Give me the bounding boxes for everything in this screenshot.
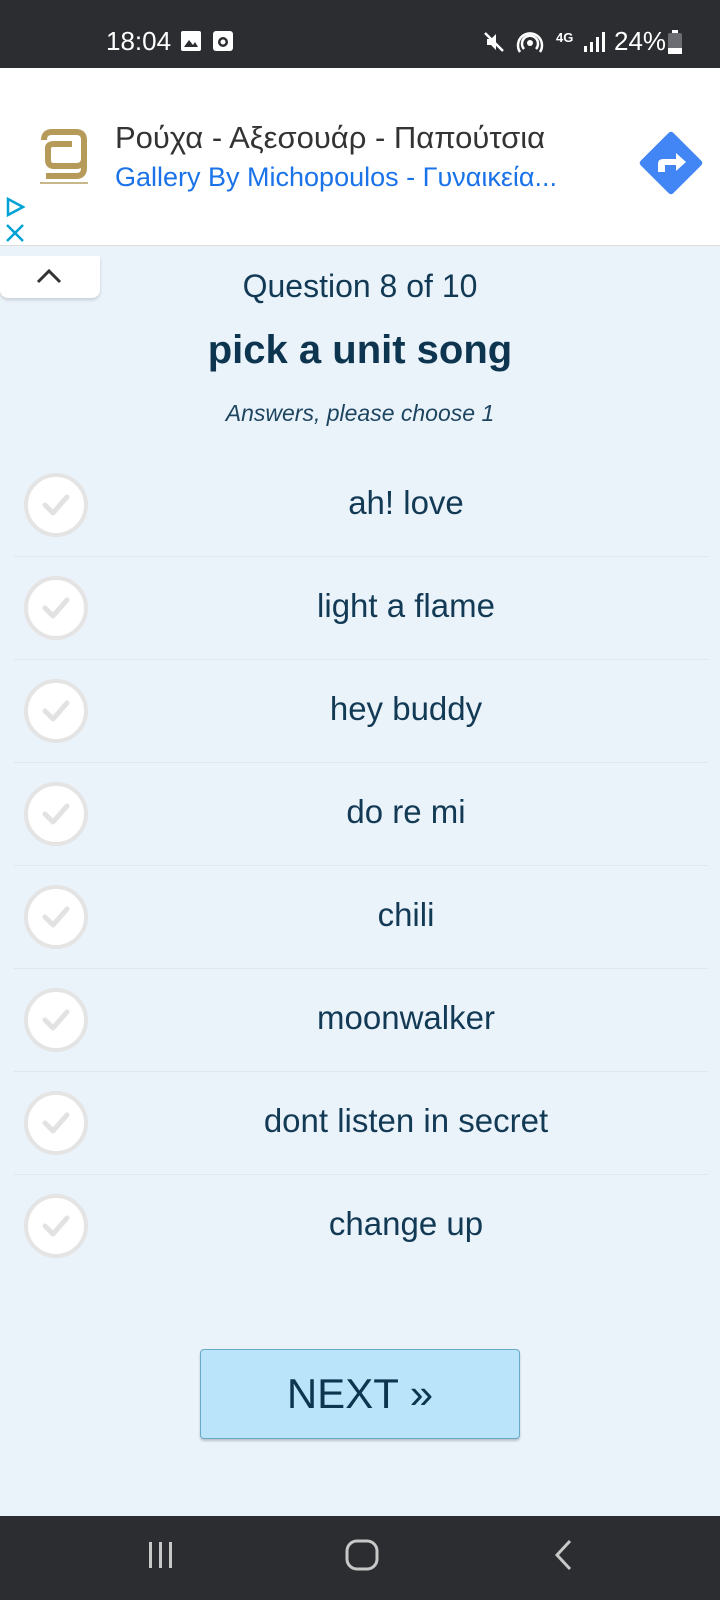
signal-icon xyxy=(582,30,608,59)
answer-label[interactable]: moonwalker xyxy=(104,999,708,1037)
answer-option[interactable]: light a flame xyxy=(14,557,708,660)
answer-label[interactable]: chili xyxy=(104,896,708,934)
gallery-notification-icon xyxy=(180,30,202,57)
checkmark-icon xyxy=(42,597,70,619)
checkmark-icon xyxy=(42,1215,70,1237)
camera-notification-icon xyxy=(212,30,234,57)
ad-directions-icon[interactable] xyxy=(634,126,708,200)
checkmark-icon xyxy=(42,1112,70,1134)
answer-label[interactable]: dont listen in secret xyxy=(104,1102,708,1140)
question-title: pick a unit song xyxy=(207,328,513,372)
ad-choices-icon[interactable] xyxy=(4,196,26,218)
recent-apps-icon[interactable] xyxy=(146,1538,176,1577)
checkmark-icon xyxy=(42,906,70,928)
answer-option[interactable]: hey buddy xyxy=(14,660,708,763)
answer-radio[interactable] xyxy=(24,576,88,640)
answer-option[interactable]: do re mi xyxy=(14,763,708,866)
checkmark-icon xyxy=(42,700,70,722)
answer-label[interactable]: ah! love xyxy=(104,484,708,522)
answer-option[interactable]: ah! love xyxy=(14,454,708,557)
answer-radio[interactable] xyxy=(24,988,88,1052)
answer-label[interactable]: do re mi xyxy=(104,793,708,831)
battery-icon xyxy=(668,30,682,59)
answer-radio[interactable] xyxy=(24,885,88,949)
ad-close-icon[interactable] xyxy=(4,222,26,244)
checkmark-icon xyxy=(42,1009,70,1031)
answer-option[interactable]: dont listen in secret xyxy=(14,1072,708,1175)
answer-label[interactable]: light a flame xyxy=(104,587,708,625)
ad-subtitle[interactable]: Gallery By Michopoulos - Γυναικεία... xyxy=(115,162,557,193)
ad-banner[interactable]: Ρούχα - Αξεσουάρ - Παπούτσια Gallery By … xyxy=(0,68,720,246)
battery-percent: 24% xyxy=(614,26,667,56)
network-type-label: 4G xyxy=(556,30,574,45)
answer-radio[interactable] xyxy=(24,473,88,537)
answer-radio[interactable] xyxy=(24,782,88,846)
question-counter: Question 8 of 10 xyxy=(242,268,478,304)
status-bar: 18:04 4G 24% xyxy=(0,0,720,68)
next-button[interactable]: NEXT » xyxy=(200,1349,520,1439)
home-icon[interactable] xyxy=(344,1538,380,1577)
back-icon[interactable] xyxy=(552,1538,576,1577)
answer-label[interactable]: hey buddy xyxy=(104,690,708,728)
answer-radio[interactable] xyxy=(24,1091,88,1155)
ad-brand-logo xyxy=(36,128,92,188)
answer-option[interactable]: moonwalker xyxy=(14,969,708,1072)
answer-list: ah! love light a flame hey buddy do re m… xyxy=(14,454,708,1278)
status-time: 18:04 xyxy=(106,26,172,56)
answer-radio[interactable] xyxy=(24,679,88,743)
hotspot-icon xyxy=(516,30,544,59)
mute-icon xyxy=(482,30,506,59)
answer-label[interactable]: change up xyxy=(104,1205,708,1243)
answer-option[interactable]: chili xyxy=(14,866,708,969)
navigation-bar xyxy=(0,1516,720,1600)
answer-radio[interactable] xyxy=(24,1194,88,1258)
question-hint: Answers, please choose 1 xyxy=(225,400,495,426)
checkmark-icon xyxy=(42,494,70,516)
checkmark-icon xyxy=(42,803,70,825)
ad-title[interactable]: Ρούχα - Αξεσουάρ - Παπούτσια xyxy=(115,120,545,156)
answer-option[interactable]: change up xyxy=(14,1175,708,1278)
